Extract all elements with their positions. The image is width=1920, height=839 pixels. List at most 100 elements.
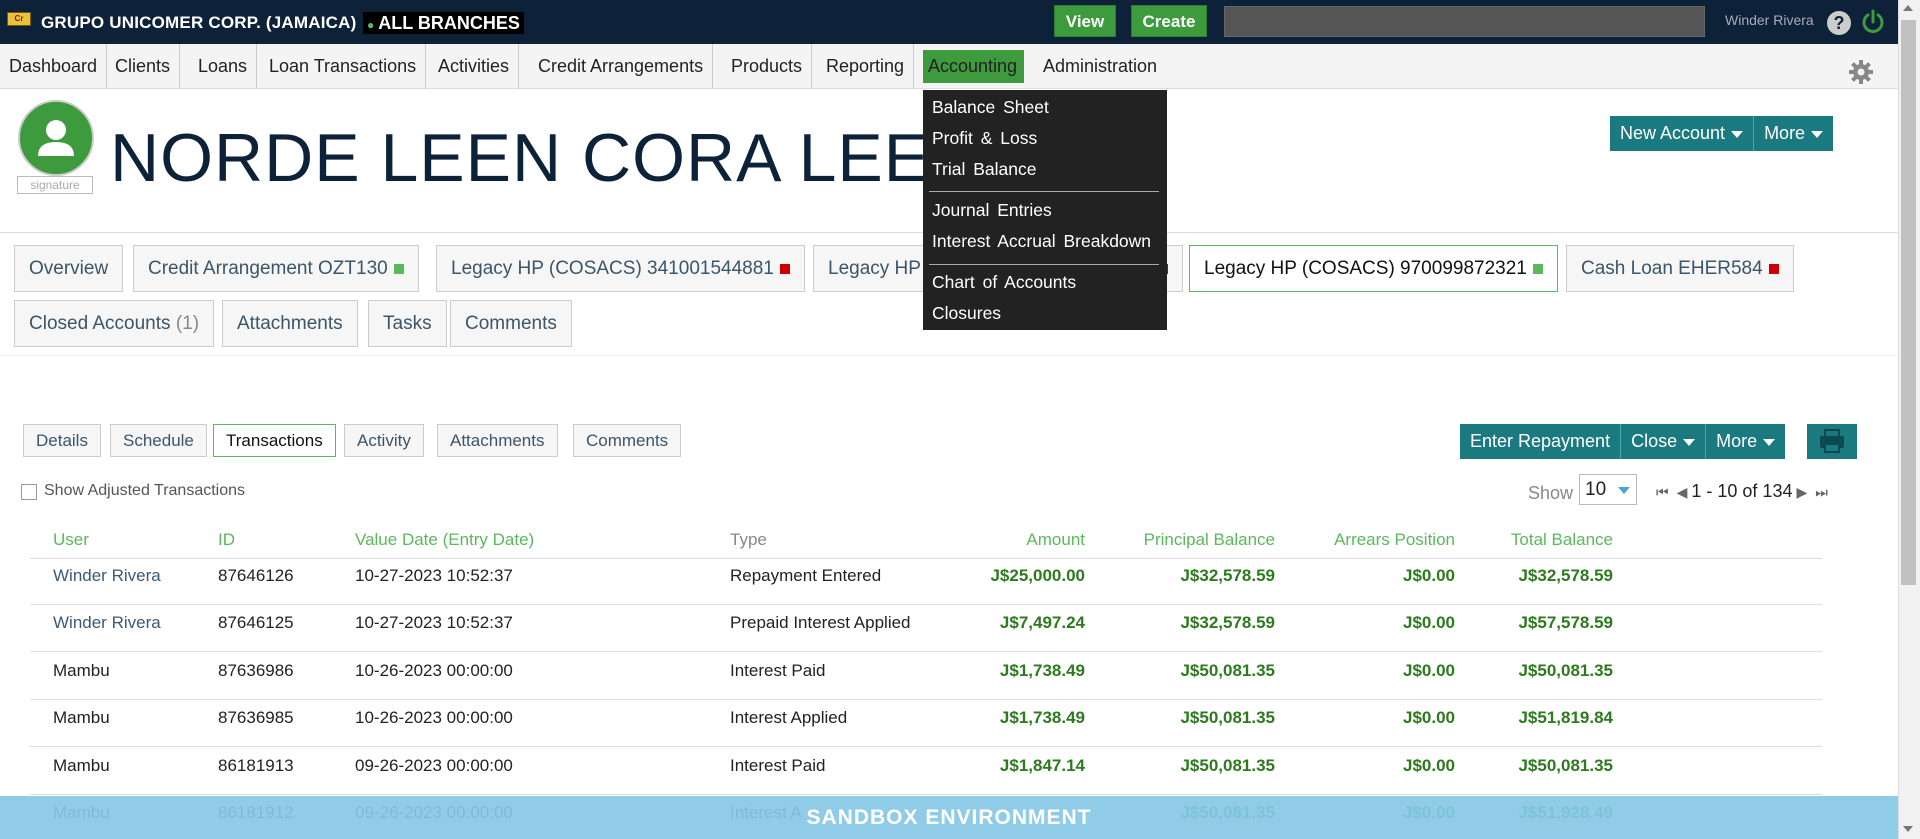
more-actions-button[interactable]: More (1706, 424, 1785, 459)
cell-type: Prepaid Interest Applied (730, 613, 911, 632)
scroll-up-icon[interactable] (1903, 5, 1913, 11)
new-account-button[interactable]: New Account (1610, 116, 1755, 151)
more-label: More (1764, 123, 1806, 143)
menu-trial-balance[interactable]: Trial Balance (932, 159, 1036, 180)
printer-icon (1820, 429, 1844, 453)
menu-closures[interactable]: Closures (932, 303, 1001, 324)
subtab-transactions[interactable]: Transactions (213, 424, 336, 457)
closed-count: (1) (175, 313, 200, 334)
cell-user[interactable]: Winder Rivera (53, 566, 161, 586)
tab-label: Legacy HP (COSACS) 970099872321 (1204, 258, 1527, 279)
col-value-date[interactable]: Value Date (Entry Date) (355, 530, 534, 550)
col-arrears-position[interactable]: Arrears Position (1300, 530, 1455, 550)
subtab-comments[interactable]: Comments (573, 424, 682, 457)
subtab-activity[interactable]: Activity (344, 424, 424, 457)
col-total-balance[interactable]: Total Balance (1470, 530, 1613, 550)
more-button[interactable]: More (1754, 116, 1833, 151)
enter-repayment-button[interactable]: Enter Repayment (1460, 424, 1622, 459)
tab-attachments[interactable]: Attachments (222, 300, 358, 347)
tab-tasks[interactable]: Tasks (368, 300, 447, 347)
nav-loans[interactable]: Loans (189, 44, 258, 89)
settings-gear-icon[interactable] (1848, 59, 1874, 85)
tab-closed-accounts[interactable]: Closed Accounts (1) (14, 300, 215, 347)
cell-date: 09-26-2023 00:00:00 (355, 756, 513, 775)
branch-dot-icon: ● (367, 18, 375, 32)
branch-selector[interactable]: ● ALL BRANCHES (363, 12, 524, 34)
cell-total: J$50,081.35 (1518, 756, 1613, 775)
nav-reporting[interactable]: Reporting (817, 44, 915, 89)
close-button[interactable]: Close (1621, 424, 1707, 459)
col-user[interactable]: User (53, 530, 89, 550)
col-id[interactable]: ID (218, 530, 235, 550)
tab-label: Credit Arrangement OZT130 (148, 258, 388, 279)
company-logo: Cr (7, 12, 31, 26)
cell-total: J$57,578.59 (1518, 613, 1613, 632)
person-icon (38, 120, 74, 156)
row-divider (30, 794, 1822, 795)
accounting-dropdown: Balance Sheet Profit & Loss Trial Balanc… (923, 90, 1167, 330)
cell-arrears: J$0.00 (1403, 756, 1455, 775)
cell-id: 86181913 (218, 756, 294, 775)
create-button[interactable]: Create (1131, 5, 1207, 37)
user-name[interactable]: Winder Rivera (1725, 12, 1814, 28)
menu-journal-entries[interactable]: Journal Entries (932, 200, 1052, 221)
cell-date: 10-27-2023 10:52:37 (355, 566, 513, 585)
tab-cash-loan[interactable]: Cash Loan EHER584 (1566, 245, 1794, 292)
cell-date: 10-26-2023 00:00:00 (355, 661, 513, 680)
subtab-schedule[interactable]: Schedule (110, 424, 207, 457)
subtab-details[interactable]: Details (23, 424, 101, 457)
tab-overview[interactable]: Overview (14, 245, 124, 292)
page-size-select[interactable]: 10 (1579, 474, 1637, 505)
col-amount[interactable]: Amount (985, 530, 1085, 550)
nav-activities[interactable]: Activities (429, 44, 520, 89)
caret-down-icon (1731, 130, 1744, 138)
nav-accounting[interactable]: Accounting (923, 50, 1024, 83)
row-divider (30, 558, 1822, 559)
prev-page-icon[interactable]: ◀ (1677, 484, 1688, 501)
tab-label: Cash Loan EHER584 (1581, 258, 1763, 279)
search-input[interactable] (1224, 6, 1705, 37)
print-button[interactable] (1807, 424, 1857, 459)
nav-products[interactable]: Products (722, 44, 813, 89)
col-principal-balance[interactable]: Principal Balance (1120, 530, 1275, 550)
tab-legacy-hp-1[interactable]: Legacy HP (COSACS) 341001544881 (436, 245, 805, 292)
signature-box[interactable]: signature (17, 176, 93, 194)
client-avatar (18, 100, 94, 176)
cell-arrears: J$0.00 (1403, 613, 1455, 632)
view-button[interactable]: View (1054, 5, 1116, 37)
show-adjusted-checkbox[interactable] (21, 484, 37, 500)
cell-user[interactable]: Winder Rivera (53, 613, 161, 633)
first-page-icon[interactable]: ⏮ (1656, 484, 1669, 501)
nav-clients[interactable]: Clients (106, 44, 181, 89)
row-divider (30, 604, 1822, 605)
cell-principal: J$32,578.59 (1180, 566, 1275, 585)
cell-user: Mambu (53, 661, 110, 680)
tab-credit-arrangement[interactable]: Credit Arrangement OZT130 (133, 245, 419, 292)
caret-down-icon (1683, 438, 1696, 446)
power-icon[interactable] (1860, 9, 1886, 35)
col-type[interactable]: Type (730, 530, 767, 550)
menu-profit-loss[interactable]: Profit & Loss (932, 128, 1037, 149)
status-red-icon (779, 263, 790, 274)
menu-chart-of-accounts[interactable]: Chart of Accounts (932, 272, 1076, 293)
new-account-label: New Account (1620, 123, 1726, 143)
nav-credit-arrangements[interactable]: Credit Arrangements (529, 44, 714, 89)
cell-amount: J$1,738.49 (999, 661, 1085, 680)
cell-arrears: J$0.00 (1403, 661, 1455, 680)
nav-loan-transactions[interactable]: Loan Transactions (260, 44, 427, 89)
tab-legacy-hp-3[interactable]: Legacy HP (COSACS) 970099872321 (1189, 245, 1558, 292)
show-adjusted-label: Show Adjusted Transactions (44, 482, 246, 499)
menu-balance-sheet[interactable]: Balance Sheet (932, 97, 1049, 118)
help-icon[interactable]: ? (1827, 11, 1851, 35)
scrollbar-thumb[interactable] (1901, 20, 1916, 585)
last-page-icon[interactable]: ⏭ (1815, 484, 1828, 501)
tab-comments[interactable]: Comments (450, 300, 572, 347)
subtab-attachments[interactable]: Attachments (437, 424, 558, 457)
cell-user: Mambu (53, 756, 110, 775)
next-page-icon[interactable]: ▶ (1796, 484, 1807, 501)
cell-total: J$32,578.59 (1518, 566, 1613, 585)
nav-dashboard[interactable]: Dashboard (0, 44, 108, 89)
nav-administration[interactable]: Administration (1034, 44, 1166, 89)
menu-interest-accrual-breakdown[interactable]: Interest Accrual Breakdown (932, 231, 1151, 252)
scroll-down-icon[interactable] (1903, 826, 1913, 832)
